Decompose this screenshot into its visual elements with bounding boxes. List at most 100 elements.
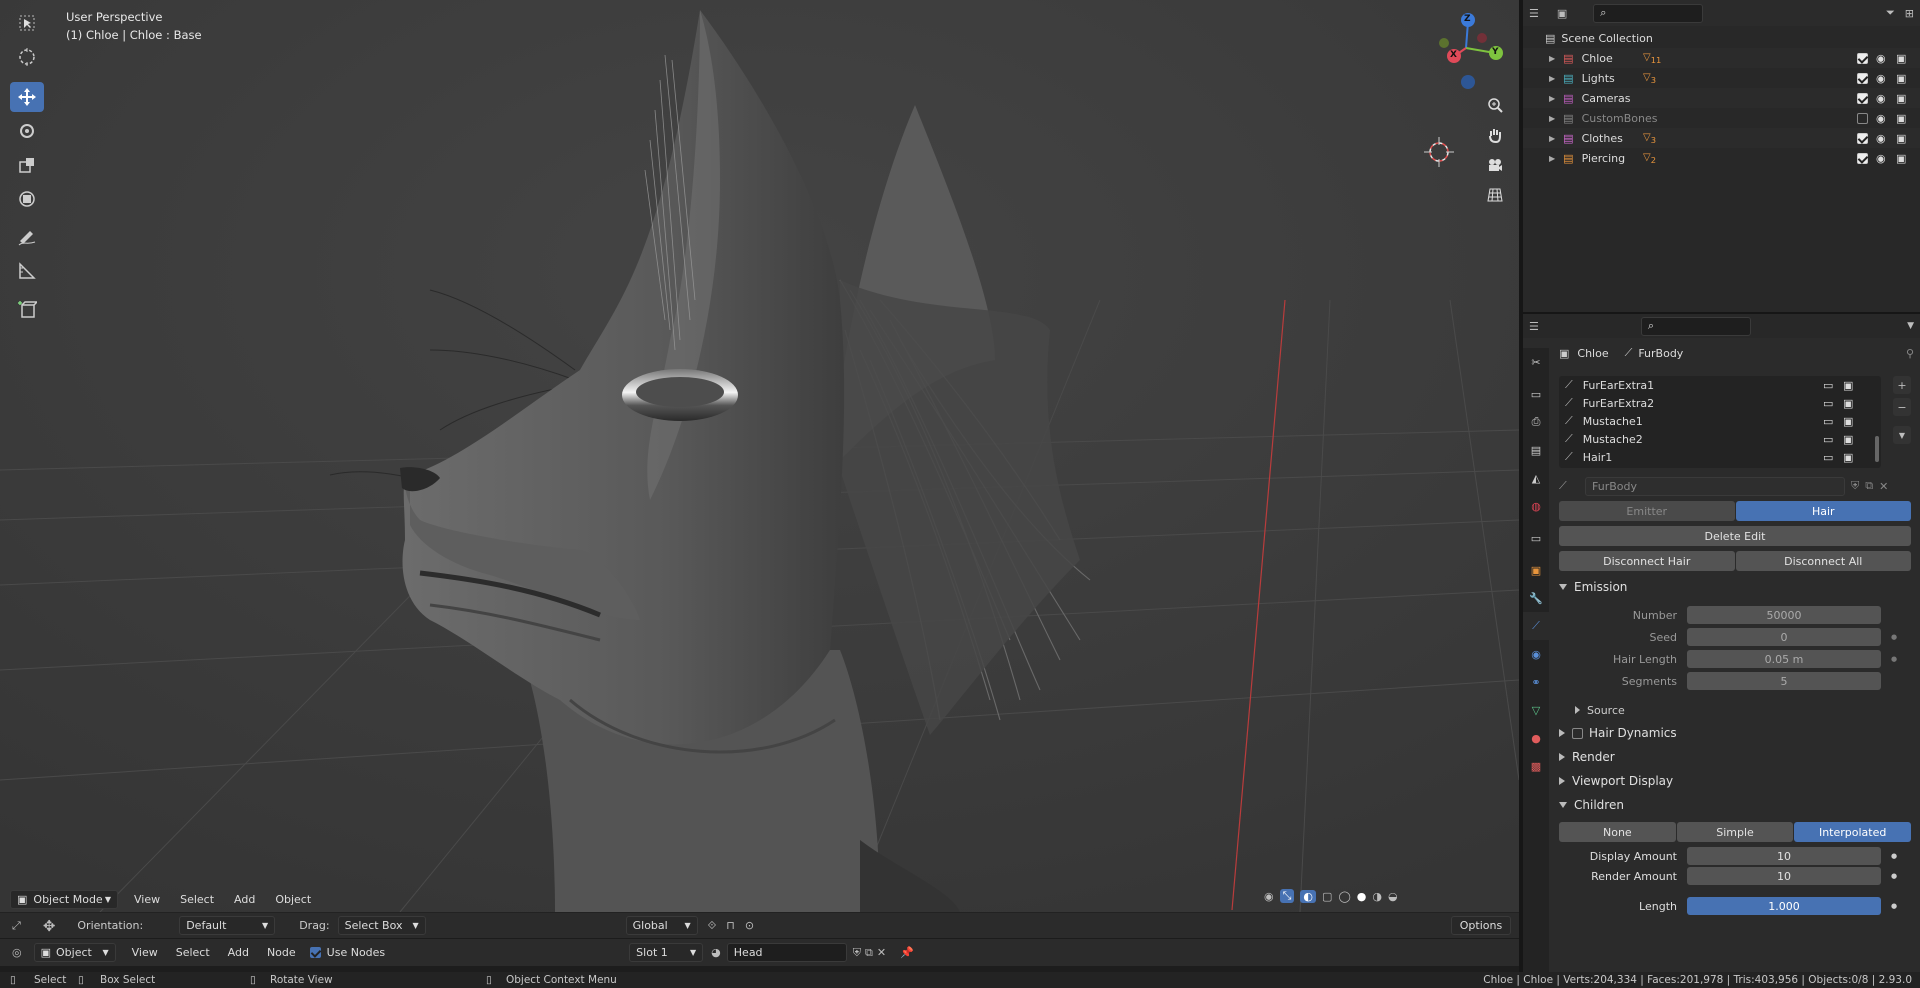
tab-texture[interactable]: ▩ xyxy=(1523,752,1549,780)
outliner-row[interactable]: ▶ ▤ Clothes ▽3 ◉ ▣ xyxy=(1523,128,1920,148)
display-amount-field[interactable]: 10 xyxy=(1687,847,1881,865)
disclosure-triangle-icon[interactable]: ▶ xyxy=(1549,134,1555,143)
cursor-tool-button[interactable] xyxy=(10,42,44,72)
transform-tool-button[interactable] xyxy=(10,184,44,214)
render-camera-icon[interactable]: ▣ xyxy=(1896,72,1906,85)
close-icon[interactable]: ✕ xyxy=(1879,480,1888,493)
tab-object[interactable]: ▣ xyxy=(1523,556,1549,584)
hair-length-field[interactable]: 0.05 m xyxy=(1687,650,1881,668)
emission-panel-header[interactable]: Emission xyxy=(1559,575,1911,599)
eye-icon[interactable]: ◉ xyxy=(1876,52,1886,65)
seed-field[interactable]: 0 xyxy=(1687,628,1881,646)
duplicate-icon[interactable]: ⧉ xyxy=(1865,479,1873,493)
disclosure-triangle-icon[interactable]: ▶ xyxy=(1549,154,1555,163)
number-field[interactable]: 50000 xyxy=(1687,606,1881,624)
gizmo-toggle-icon[interactable]: ⤡ xyxy=(1279,889,1295,903)
camera-view-button[interactable] xyxy=(1482,152,1508,178)
outliner-row[interactable]: ▶ ▤ Piercing ▽2 ◉ ▣ xyxy=(1523,148,1920,168)
source-subpanel[interactable]: Source xyxy=(1575,700,1625,720)
material-shading-icon[interactable]: ◑ xyxy=(1372,890,1382,903)
options-button[interactable]: Options xyxy=(1451,916,1511,935)
fake-user-icon[interactable]: ⛨ xyxy=(1851,479,1859,493)
properties-search-input[interactable]: ⌕ xyxy=(1640,316,1751,336)
particle-system-item[interactable]: ⟋ FurEarExtra2 ▭ ▣ xyxy=(1559,394,1881,412)
eye-icon[interactable]: ◉ xyxy=(1876,152,1886,165)
eye-icon[interactable]: ◉ xyxy=(1876,112,1886,125)
close-icon[interactable]: ✕ xyxy=(877,946,886,959)
navigation-gizmo[interactable]: Z Y X xyxy=(1428,8,1508,92)
eye-icon[interactable]: ◉ xyxy=(1876,132,1886,145)
use-nodes-checkbox[interactable] xyxy=(309,947,321,958)
move-tool-button[interactable] xyxy=(10,82,44,112)
outliner-row[interactable]: ▶ ▤ Cameras ◉ ▣ xyxy=(1523,88,1920,108)
exclude-checkbox[interactable] xyxy=(1857,92,1868,104)
monitor-icon[interactable]: ▭ xyxy=(1823,379,1833,392)
hair-dynamics-panel-header[interactable]: Hair Dynamics xyxy=(1559,721,1911,745)
add-cube-tool-button[interactable] xyxy=(10,294,44,324)
exclude-checkbox[interactable] xyxy=(1857,152,1868,164)
fake-user-icon[interactable]: ⛨ xyxy=(853,946,861,960)
new-collection-icon[interactable]: ⊞ xyxy=(1905,7,1914,20)
xray-icon[interactable]: ▢ xyxy=(1322,890,1332,903)
exclude-checkbox[interactable] xyxy=(1857,112,1868,124)
hair-button[interactable]: Hair xyxy=(1735,501,1911,521)
disclosure-triangle-icon[interactable]: ▶ xyxy=(1549,54,1555,63)
disclosure-triangle-icon[interactable]: ▶ xyxy=(1549,74,1555,83)
transform-space-dropdown[interactable]: Global ▼ xyxy=(625,916,698,935)
remove-icon[interactable]: − xyxy=(1893,398,1911,416)
child-none-button[interactable]: None xyxy=(1559,822,1676,842)
ortho-toggle-button[interactable] xyxy=(1482,182,1508,208)
tab-data[interactable]: ▽ xyxy=(1523,696,1549,724)
keyframe-dot-icon[interactable]: ● xyxy=(1891,852,1897,860)
tab-scene[interactable]: ◭ xyxy=(1523,464,1549,492)
duplicate-icon[interactable]: ⧉ xyxy=(865,946,873,960)
settings-name-field[interactable]: FurBody xyxy=(1585,476,1845,496)
material-name-field[interactable]: Head xyxy=(726,943,847,962)
tool-settings-icon[interactable]: ⤢ xyxy=(12,919,21,933)
child-interpolated-button[interactable]: Interpolated xyxy=(1794,822,1912,842)
exclude-checkbox[interactable] xyxy=(1857,52,1868,64)
snap-icon[interactable]: ⊓ xyxy=(726,919,735,932)
menu-add[interactable]: Add xyxy=(234,893,255,906)
tab-render[interactable]: ▭ xyxy=(1523,380,1549,408)
exclude-checkbox[interactable] xyxy=(1857,72,1868,84)
render-camera-icon[interactable]: ▣ xyxy=(1896,92,1906,105)
tab-world[interactable]: ◍ xyxy=(1523,492,1549,520)
render-camera-icon[interactable]: ▣ xyxy=(1843,433,1853,446)
particle-system-item[interactable]: ⟋ Hair1 ▭ ▣ xyxy=(1559,448,1881,466)
outliner-search-input[interactable]: ⌕ xyxy=(1593,3,1704,23)
render-camera-icon[interactable]: ▣ xyxy=(1843,397,1853,410)
tab-tool[interactable]: ✂ xyxy=(1523,348,1549,376)
node-menu-select[interactable]: Select xyxy=(176,946,210,959)
select-tool-button[interactable] xyxy=(10,8,44,38)
exclude-checkbox[interactable] xyxy=(1857,132,1868,144)
render-camera-icon[interactable]: ▣ xyxy=(1896,152,1906,165)
3d-viewport[interactable]: User Perspective (1) Chloe | Chloe : Bas… xyxy=(0,0,1519,912)
overlay-toggle-icon[interactable]: ◐ xyxy=(1300,889,1317,903)
tab-view-layer[interactable]: ▤ xyxy=(1523,436,1549,464)
pivot-icon[interactable]: ⟐ xyxy=(708,919,717,933)
add-icon[interactable]: + xyxy=(1893,376,1911,394)
pin-icon[interactable]: 📌 xyxy=(900,946,914,959)
tab-physics[interactable]: ◉ xyxy=(1523,640,1549,668)
editor-type-icon[interactable]: ☰ xyxy=(1529,320,1539,333)
tab-modifiers[interactable]: 🔧 xyxy=(1523,584,1549,612)
scale-tool-button[interactable] xyxy=(10,150,44,180)
keyframe-dot-icon[interactable]: ● xyxy=(1891,633,1897,641)
tab-constraints[interactable]: ⚭ xyxy=(1523,668,1549,696)
menu-view[interactable]: View xyxy=(134,893,160,906)
render-camera-icon[interactable]: ▣ xyxy=(1896,132,1906,145)
zoom-button[interactable] xyxy=(1482,92,1508,118)
disconnect-all-button[interactable]: Disconnect All xyxy=(1735,551,1911,571)
render-amount-field[interactable]: 10 xyxy=(1687,867,1881,885)
children-panel-header[interactable]: Children xyxy=(1559,793,1911,817)
filter-icon[interactable]: ⏷ xyxy=(1886,6,1895,20)
particle-system-item[interactable]: ⟋ Mustache2 ▭ ▣ xyxy=(1559,430,1881,448)
particles-icon[interactable]: ⟋ xyxy=(1559,479,1585,493)
keyframe-dot-icon[interactable]: ● xyxy=(1891,872,1897,880)
node-menu-add[interactable]: Add xyxy=(228,946,249,959)
outliner-row[interactable]: ▶ ▤ Lights ▽3 ◉ ▣ xyxy=(1523,68,1920,88)
pin-icon[interactable]: ⚲ xyxy=(1906,347,1914,360)
keyframe-dot-icon[interactable]: ● xyxy=(1891,902,1897,910)
monitor-icon[interactable]: ▭ xyxy=(1823,415,1833,428)
